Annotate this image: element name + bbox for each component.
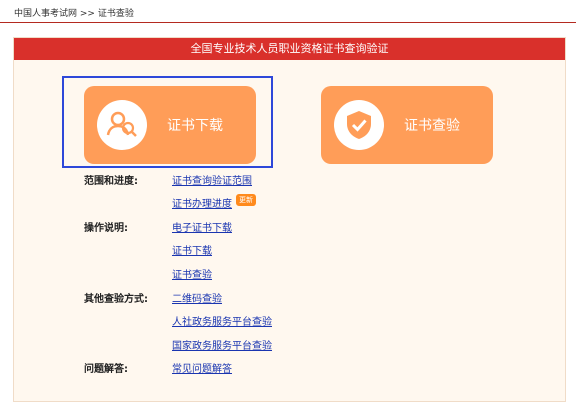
hr-platform-verify-link[interactable]: 人社政务服务平台查验 [172,313,272,328]
panel-title: 全国专业技术人员职业资格证书查询验证 [14,38,565,60]
certificate-verify-card[interactable]: 证书查验 [321,86,493,164]
breadcrumb-separator: >> [79,9,95,19]
other-methods-label: 其他查验方式: [84,294,148,305]
progress-link[interactable]: 证书办理进度 [172,195,232,210]
scope-link[interactable]: 证书查询验证范围 [172,172,252,187]
update-badge: 更新 [236,194,256,206]
e-certificate-download-link[interactable]: 电子证书下载 [172,219,232,234]
scope-label: 范围和进度: [84,176,138,187]
breadcrumb-home-link[interactable]: 中国人事考试网 [14,9,77,19]
faq-label: 问题解答: [84,364,128,375]
certificate-verify-link[interactable]: 证书查验 [172,266,212,281]
operations-label: 操作说明: [84,223,128,234]
selection-highlight [62,76,273,168]
top-divider [0,22,576,23]
certificate-download-link[interactable]: 证书下载 [172,242,212,257]
breadcrumb: 中国人事考试网 >> 证书查验 [14,6,134,19]
certificate-verify-label: 证书查验 [404,118,460,134]
qr-code-verify-link[interactable]: 二维码查验 [172,290,222,305]
breadcrumb-current: 证书查验 [97,9,134,19]
national-platform-verify-link[interactable]: 国家政务服务平台查验 [172,337,272,352]
faq-link[interactable]: 常见问题解答 [172,360,232,375]
